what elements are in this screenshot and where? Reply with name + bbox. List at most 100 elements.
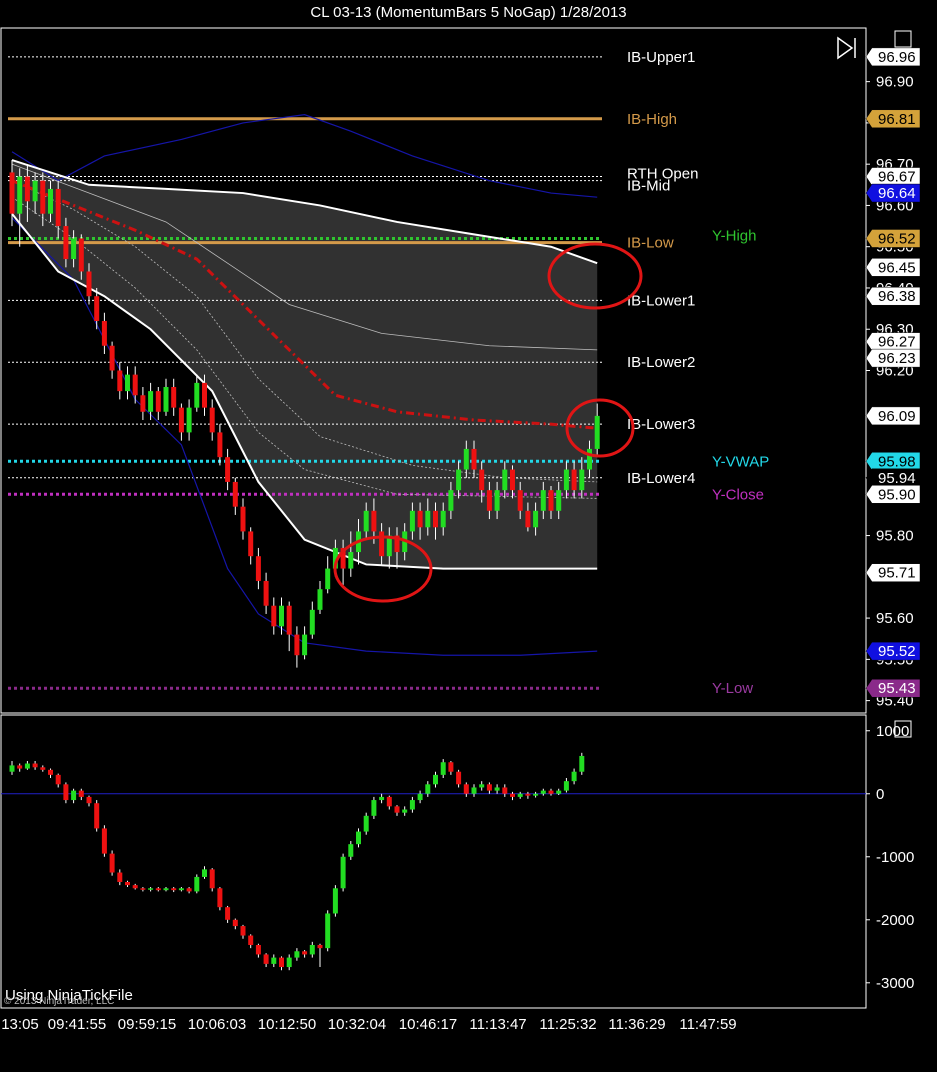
- price-tag-value: 96.38: [878, 288, 916, 305]
- price-candle-body: [294, 634, 300, 656]
- oscillator-panel[interactable]: 10000-1000-2000-3000Using NinjaTickFile©…: [0, 714, 914, 1009]
- price-tag: 96.64: [865, 183, 921, 203]
- price-candle-body: [9, 172, 15, 214]
- volatility-band-fill: [12, 160, 598, 569]
- osc-candle-body: [332, 888, 338, 914]
- price-candle-body: [425, 510, 431, 528]
- osc-axis-label: 1000: [876, 723, 909, 740]
- price-candle-body: [456, 469, 462, 491]
- price-candle-body: [186, 407, 192, 433]
- osc-candle-body: [394, 806, 400, 813]
- osc-candle-body: [17, 765, 23, 769]
- osc-candle-body: [456, 771, 462, 785]
- price-tag-value: 95.43: [878, 680, 916, 697]
- price-candle-body: [263, 580, 269, 606]
- osc-candle-body: [517, 793, 523, 797]
- price-candle-body: [101, 320, 107, 346]
- go-to-end-arrow: [837, 36, 854, 60]
- osc-candle-body: [40, 767, 46, 770]
- osc-axis-label: 0: [876, 786, 884, 803]
- level-label: IB-Upper1: [627, 49, 695, 66]
- price-candle-body: [48, 188, 53, 214]
- price-tag: 96.45: [865, 258, 921, 277]
- price-axis-label: 95.80: [876, 528, 914, 545]
- osc-candle-body: [101, 828, 107, 854]
- osc-candle-body: [240, 926, 246, 936]
- price-candle-body: [94, 296, 100, 321]
- price-candle-body: [325, 568, 331, 590]
- osc-candle-body: [55, 774, 61, 785]
- price-candle-body: [317, 589, 323, 610]
- osc-candle-body: [186, 888, 192, 892]
- price-candle-body: [533, 510, 539, 528]
- time-axis-label: 13:05: [1, 1016, 39, 1033]
- price-tag-value: 96.64: [878, 185, 916, 202]
- osc-candle-body: [286, 957, 292, 968]
- price-candle-body: [363, 510, 369, 532]
- price-tag-value: 96.09: [878, 408, 916, 425]
- price-tag: 95.94: [865, 468, 921, 488]
- osc-candle-body: [155, 888, 161, 891]
- price-candle-body: [433, 510, 438, 528]
- osc-candle-body: [525, 793, 531, 796]
- price-panel[interactable]: IB-Upper1IB-HighRTH OpenIB-MidIB-Low Y-Hi…: [0, 27, 921, 714]
- go-to-end-icon[interactable]: [837, 36, 856, 60]
- price-candle-body: [594, 415, 600, 449]
- time-axis-label: 11:13:47: [469, 1016, 526, 1033]
- price-candle-body: [209, 407, 215, 433]
- price-tag-value: 95.71: [878, 565, 916, 582]
- level-label: Y-Low: [712, 680, 753, 697]
- chart-canvas[interactable]: IB-Upper1IB-HighRTH OpenIB-MidIB-Low Y-Hi…: [0, 0, 937, 1072]
- price-tag: 96.23: [865, 348, 921, 368]
- time-axis-label: 10:46:17: [399, 1016, 457, 1033]
- price-tag: 96.09: [865, 406, 921, 426]
- price-candle-body: [140, 395, 146, 412]
- price-candle-body: [217, 432, 223, 458]
- price-candle-body: [409, 510, 415, 532]
- price-axis-label: 95.60: [876, 610, 914, 627]
- osc-candle-body: [86, 796, 92, 804]
- price-tag: 95.52: [865, 641, 921, 661]
- osc-candle-body: [440, 762, 446, 775]
- level-label: IB-Mid: [627, 178, 670, 195]
- osc-candle-body: [248, 935, 254, 945]
- osc-candle-body: [32, 763, 38, 768]
- osc-candle-body: [502, 787, 508, 794]
- osc-candle-body: [348, 844, 354, 857]
- osc-axis-label: -2000: [876, 912, 914, 929]
- price-tag-value: 95.94: [878, 470, 916, 487]
- price-tag: 96.27: [865, 332, 921, 351]
- price-candle-body: [471, 448, 477, 470]
- price-tag-value: 95.52: [878, 643, 916, 660]
- osc-candle-body: [548, 790, 554, 794]
- level-label: IB-Low: [627, 235, 674, 252]
- osc-candle-body: [448, 762, 454, 772]
- price-candle-body: [348, 552, 354, 569]
- osc-candle-body: [540, 790, 546, 794]
- osc-candle-body: [486, 784, 492, 791]
- osc-candle-body: [94, 803, 100, 829]
- price-candle-body: [63, 226, 69, 260]
- osc-candle-body: [402, 809, 408, 813]
- time-axis-label: 10:06:03: [188, 1016, 246, 1033]
- price-candle-body: [440, 510, 446, 528]
- panel-menu-icon[interactable]: [894, 30, 912, 48]
- price-candle-body: [148, 391, 154, 412]
- price-tag-value: 96.45: [878, 259, 916, 276]
- price-candle-body: [163, 387, 169, 412]
- price-candle-body: [302, 634, 308, 656]
- osc-candle-body: [232, 919, 238, 927]
- osc-candle-body: [340, 856, 346, 889]
- price-candle-body: [86, 271, 92, 297]
- osc-candle-body: [178, 888, 184, 891]
- osc-candle-body: [579, 755, 585, 772]
- price-candle-body: [417, 510, 423, 528]
- price-candle-body: [240, 506, 246, 532]
- price-tag-value: 95.90: [878, 486, 916, 503]
- osc-candle-body: [425, 784, 431, 794]
- price-candle-body: [202, 382, 207, 408]
- price-candle-body: [525, 510, 531, 528]
- osc-candle-body: [471, 787, 477, 794]
- price-tag: 95.43: [865, 678, 921, 698]
- osc-candle-body: [386, 796, 392, 807]
